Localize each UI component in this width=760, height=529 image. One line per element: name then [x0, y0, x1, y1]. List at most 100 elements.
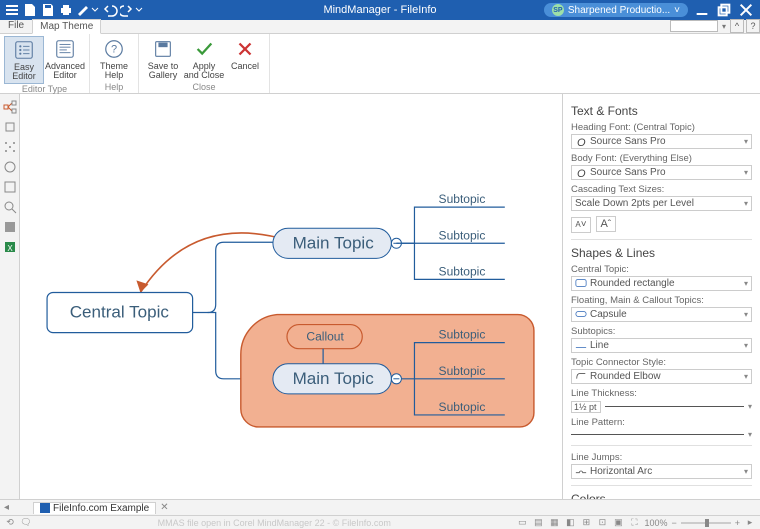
- redo-dropdown-icon[interactable]: [120, 2, 144, 18]
- zoom-level[interactable]: 100%: [644, 518, 667, 528]
- subtopics-shape-select[interactable]: Line▾: [571, 338, 752, 353]
- help-icon[interactable]: ?: [746, 19, 760, 33]
- font-size-larger-button[interactable]: Aˆ: [596, 216, 616, 232]
- floating-shape-select[interactable]: Capsule▾: [571, 307, 752, 322]
- svg-text:Subtopic: Subtopic: [439, 264, 486, 278]
- sidebar-icon[interactable]: [3, 160, 17, 174]
- font-size-smaller-button[interactable]: A˅: [571, 217, 591, 233]
- central-topic-shape-select[interactable]: Rounded rectangle▾: [571, 276, 752, 291]
- title-bar: MindManager - FileInfo SP Sharpened Prod…: [0, 0, 760, 20]
- chevron-down-icon: ▾: [744, 310, 748, 319]
- print-icon[interactable]: [58, 2, 74, 18]
- tab-file[interactable]: File: [0, 18, 32, 33]
- connector-style-select[interactable]: Rounded Elbow▾: [571, 369, 752, 384]
- apply-and-close-button[interactable]: Apply and Close: [184, 36, 224, 82]
- heading-font-select[interactable]: OSource Sans Pro▾: [571, 134, 752, 149]
- ribbon-group-label: Close: [192, 82, 215, 93]
- chevron-down-icon: ▾: [744, 279, 748, 288]
- ribbon-group-help: ? Theme Help Help: [90, 34, 139, 93]
- pen-dropdown-icon[interactable]: [76, 2, 100, 18]
- status-icon[interactable]: 🗨: [20, 517, 32, 529]
- elbow-icon: [575, 370, 587, 382]
- scroll-left-icon[interactable]: ◂: [0, 502, 13, 513]
- user-avatar: SP: [552, 4, 564, 16]
- chevron-down-icon[interactable]: ▾: [748, 430, 752, 439]
- minimize-button[interactable]: [694, 2, 710, 18]
- line-jumps-select[interactable]: Horizontal Arc▾: [571, 464, 752, 479]
- map-view-icon[interactable]: [3, 100, 17, 114]
- panel-toggle-icon[interactable]: ▸: [744, 517, 756, 529]
- view-icon[interactable]: ▤: [532, 517, 544, 529]
- cancel-button[interactable]: Cancel: [225, 36, 265, 82]
- view-icon[interactable]: ⊡: [596, 517, 608, 529]
- connector-label: Topic Connector Style:: [571, 357, 752, 368]
- search-icon[interactable]: [3, 200, 17, 214]
- ribbon-group-editor-type: Easy Editor Advanced Editor Editor Type: [0, 34, 90, 93]
- chevron-down-icon[interactable]: ▾: [748, 402, 752, 411]
- easy-editor-button[interactable]: Easy Editor: [4, 36, 44, 84]
- floating-label: Floating, Main & Callout Topics:: [571, 295, 752, 306]
- ribbon-toggle-icon[interactable]: ^: [730, 19, 744, 33]
- svg-text:Subtopic: Subtopic: [439, 192, 486, 206]
- line-jumps-label: Line Jumps:: [571, 452, 752, 463]
- zoom-out-icon[interactable]: −: [671, 518, 676, 528]
- undo-icon[interactable]: [102, 2, 118, 18]
- restore-button[interactable]: [716, 2, 732, 18]
- line-pattern-preview[interactable]: [571, 434, 744, 435]
- search-dropdown-icon[interactable]: ▾: [720, 22, 728, 31]
- view-icon[interactable]: ⊞: [580, 517, 592, 529]
- app-menu-icon[interactable]: [4, 2, 20, 18]
- svg-text:Central Topic: Central Topic: [70, 303, 170, 322]
- line-pattern-label: Line Pattern:: [571, 417, 752, 428]
- font-icon: O: [575, 167, 587, 179]
- excel-icon[interactable]: X: [3, 240, 17, 254]
- zoom-slider[interactable]: [681, 522, 731, 524]
- subtopics-label: Subtopics:: [571, 326, 752, 337]
- cascade-select[interactable]: Scale Down 2pts per Level▾: [571, 196, 752, 211]
- svg-text:Callout: Callout: [306, 330, 344, 344]
- close-tab-icon[interactable]: ✕: [160, 502, 168, 513]
- new-file-icon[interactable]: [22, 2, 38, 18]
- search-input[interactable]: [670, 20, 718, 32]
- chevron-down-icon: ▾: [744, 372, 748, 381]
- svg-text:O: O: [577, 168, 586, 179]
- sidebar-icon[interactable]: [3, 120, 17, 134]
- svg-text:Main Topic: Main Topic: [293, 233, 375, 252]
- line-thickness-preview: [605, 406, 744, 407]
- svg-text:Subtopic: Subtopic: [439, 364, 486, 378]
- chevron-down-icon: ▾: [744, 341, 748, 350]
- view-icon[interactable]: ◧: [564, 517, 576, 529]
- left-toolbar: X: [0, 94, 20, 499]
- quick-access-toolbar: [0, 2, 148, 18]
- view-icon[interactable]: ▣: [612, 517, 624, 529]
- fit-icon[interactable]: ⛶: [628, 517, 640, 529]
- zoom-in-icon[interactable]: +: [735, 518, 740, 528]
- svg-text:Main Topic: Main Topic: [293, 369, 375, 388]
- svg-text:?: ?: [111, 44, 117, 56]
- svg-text:X: X: [7, 244, 13, 253]
- save-to-gallery-button[interactable]: Save to Gallery: [143, 36, 183, 82]
- ribbon-group-close: Save to Gallery Apply and Close Cancel C…: [139, 34, 270, 93]
- arc-icon: [575, 465, 587, 477]
- line-thickness-value[interactable]: 1½ pt: [571, 401, 601, 413]
- view-icon[interactable]: ▦: [548, 517, 560, 529]
- document-tab[interactable]: FileInfo.com Example: [33, 502, 156, 514]
- status-bar: ⟲ 🗨 MMAS file open in Corel MindManager …: [0, 515, 760, 529]
- save-icon[interactable]: [40, 2, 56, 18]
- theme-help-button[interactable]: ? Theme Help: [94, 36, 134, 82]
- line-icon: [575, 339, 587, 351]
- status-icon[interactable]: ⟲: [4, 517, 16, 529]
- chevron-down-icon: ▾: [744, 199, 748, 208]
- sidebar-icon[interactable]: [3, 180, 17, 194]
- sidebar-icon[interactable]: [3, 140, 17, 154]
- view-icon[interactable]: ▭: [516, 517, 528, 529]
- window-title: MindManager - FileInfo: [323, 4, 436, 16]
- sidebar-icon[interactable]: [3, 220, 17, 234]
- user-menu[interactable]: SP Sharpened Productio... ˅: [544, 3, 688, 17]
- mind-map-canvas[interactable]: Central Topic Main Topic Subtopic Subtop…: [20, 94, 562, 499]
- advanced-editor-button[interactable]: Advanced Editor: [45, 36, 85, 84]
- tab-map-theme[interactable]: Map Theme: [32, 19, 101, 34]
- close-button[interactable]: [738, 2, 754, 18]
- body-font-select[interactable]: OSource Sans Pro▾: [571, 165, 752, 180]
- file-icon: [40, 503, 50, 513]
